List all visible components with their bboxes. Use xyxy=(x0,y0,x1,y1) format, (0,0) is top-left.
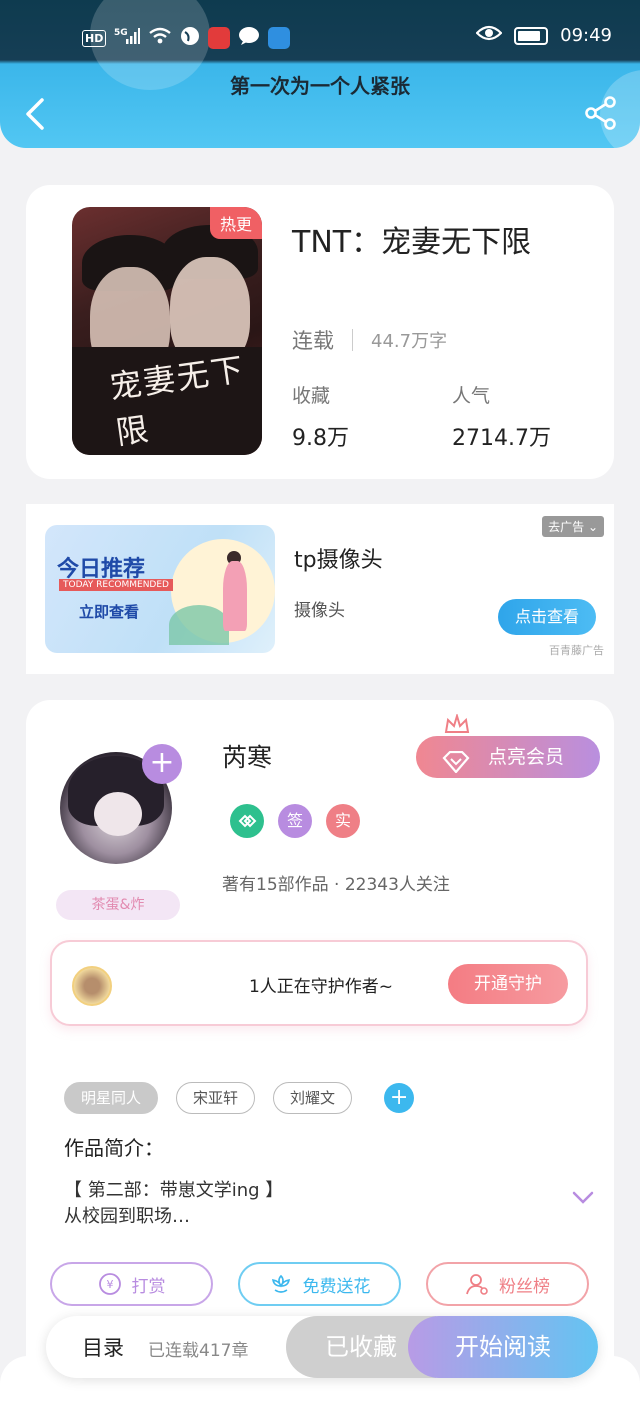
author-stats: 著有15部作品 · 22343人关注 xyxy=(222,875,450,895)
popularity-stat: 人气 2714.7万 xyxy=(452,381,551,452)
favorites-label: 收藏 xyxy=(292,385,331,407)
app-notification-icon xyxy=(208,27,231,49)
guard-panel: 1人正在守护作者~ 开通守护 xyxy=(50,940,588,1026)
start-reading-button[interactable]: 开始阅读 xyxy=(408,1316,598,1378)
hot-update-badge: 热更 xyxy=(209,207,262,239)
popularity-label: 人气 xyxy=(452,385,491,407)
book-info-card: 宠妻无下限 热更 TNT：宠妻无下限 连载 44.7万字 收藏 9.8万 人气 … xyxy=(26,185,614,479)
battery-icon xyxy=(514,26,549,45)
back-icon[interactable] xyxy=(22,96,50,132)
intro-text: 【 第二部：带崽文学ing 】 从校园到职场… xyxy=(64,1178,283,1230)
favorites-stat: 收藏 9.8万 xyxy=(292,381,349,452)
send-flower-label: 免费送花 xyxy=(302,1276,371,1297)
add-tag-button[interactable]: + xyxy=(384,1083,415,1113)
follow-button[interactable]: + xyxy=(142,744,182,784)
crown-icon xyxy=(444,712,470,736)
intro-line: 【 第二部：带崽文学ing 】 xyxy=(64,1180,284,1201)
tag-chip[interactable]: 宋亚轩 xyxy=(176,1082,256,1114)
vip-label: 点亮会员 xyxy=(488,746,565,768)
ad-subtitle: 摄像头 xyxy=(294,601,345,621)
svg-text:¥: ¥ xyxy=(106,1278,113,1291)
level-badge-icon xyxy=(230,804,264,838)
book-meta: 连载 44.7万字 xyxy=(292,325,447,355)
banner-decoration xyxy=(223,561,247,631)
user-icon xyxy=(466,1274,488,1295)
flower-icon xyxy=(271,1274,290,1293)
app-notification-icon xyxy=(268,27,291,49)
author-card: + 茶蛋&炸 芮寒 点亮会员 签 实 著有15部作品 · 22343人关注 1人… xyxy=(26,700,614,1422)
eye-icon xyxy=(475,24,503,47)
wifi-icon xyxy=(148,27,172,49)
fan-ranking-label: 粉丝榜 xyxy=(499,1276,550,1297)
popularity-value: 2714.7万 xyxy=(452,426,551,451)
remove-ad-button[interactable]: 去广告 ⌄ xyxy=(542,516,604,537)
nav-title: 第一次为一个人紧张 xyxy=(230,74,410,98)
send-flower-button[interactable]: 免费送花 xyxy=(238,1262,401,1306)
header: HD 5G 09:49 第一次为一个人紧张 xyxy=(0,0,640,148)
tip-label: 打赏 xyxy=(131,1276,166,1297)
book-cover[interactable]: 宠妻无下限 热更 xyxy=(72,207,262,455)
tag-chip[interactable]: 明星同人 xyxy=(64,1082,159,1114)
clock: 09:49 xyxy=(560,25,612,46)
coin-icon: ¥ xyxy=(98,1273,121,1295)
guard-button[interactable]: 开通守护 xyxy=(448,964,568,1004)
banner-cta: 立即查看 xyxy=(79,603,140,621)
ad-view-button[interactable]: 点击查看 xyxy=(498,599,596,635)
chat-icon xyxy=(238,26,260,50)
action-row: ¥ 打赏 免费送花 粉丝榜 xyxy=(50,1262,589,1306)
intro-line: 从校园到职场… xyxy=(64,1206,190,1227)
verified-badge: 实 xyxy=(326,804,360,838)
chapter-count[interactable]: 已连载417章 xyxy=(148,1336,248,1361)
remove-ad-label: 去广告 xyxy=(548,520,585,534)
tag-list: 明星同人 宋亚轩 刘耀文 + xyxy=(64,1082,415,1114)
ad-source: 百青藤广告 xyxy=(549,644,604,657)
ad-banner-image[interactable]: 今日推荐 TODAY RECOMMENDED 立即查看 xyxy=(45,525,275,653)
signal-icon: 5G xyxy=(114,27,141,49)
ad-title: tp摄像头 xyxy=(294,548,383,573)
chevron-down-icon[interactable] xyxy=(572,1190,594,1204)
cover-art-title: 宠妻无下限 xyxy=(107,349,248,453)
fan-ranking-button[interactable]: 粉丝榜 xyxy=(426,1262,589,1306)
svg-text:5G: 5G xyxy=(114,28,128,38)
divider xyxy=(352,329,353,351)
chevron-down-icon: ⌄ xyxy=(587,520,598,534)
tag-chip[interactable]: 刘耀文 xyxy=(273,1082,353,1114)
tip-button[interactable]: ¥ 打赏 xyxy=(50,1262,213,1306)
avatar-art xyxy=(94,792,142,836)
diamond-icon xyxy=(442,746,470,774)
serial-status: 连载 xyxy=(292,329,334,353)
globe-icon xyxy=(180,26,200,50)
book-title: TNT：宠妻无下限 xyxy=(292,225,532,260)
favorites-value: 9.8万 xyxy=(292,426,349,451)
author-badges: 签 实 xyxy=(230,804,360,838)
vip-button[interactable]: 点亮会员 xyxy=(416,736,600,778)
status-bar: HD 5G 09:49 xyxy=(0,0,640,64)
signed-badge: 签 xyxy=(278,804,312,838)
bottom-action-bar: 目录 已连载417章 已收藏 开始阅读 xyxy=(46,1316,598,1378)
fan-nickname-tag: 茶蛋&炸 xyxy=(56,890,180,920)
intro-label: 作品简介： xyxy=(64,1136,164,1160)
word-count: 44.7万字 xyxy=(371,331,448,352)
share-icon[interactable] xyxy=(584,96,618,130)
hd-icon: HD xyxy=(82,29,107,47)
author-name[interactable]: 芮寒 xyxy=(222,738,272,774)
banner-decoration xyxy=(169,605,229,645)
ad-card[interactable]: 今日推荐 TODAY RECOMMENDED 立即查看 tp摄像头 摄像头 去广… xyxy=(26,504,614,674)
toc-button[interactable]: 目录 xyxy=(82,1332,124,1362)
banner-subtitle: TODAY RECOMMENDED xyxy=(59,579,173,591)
